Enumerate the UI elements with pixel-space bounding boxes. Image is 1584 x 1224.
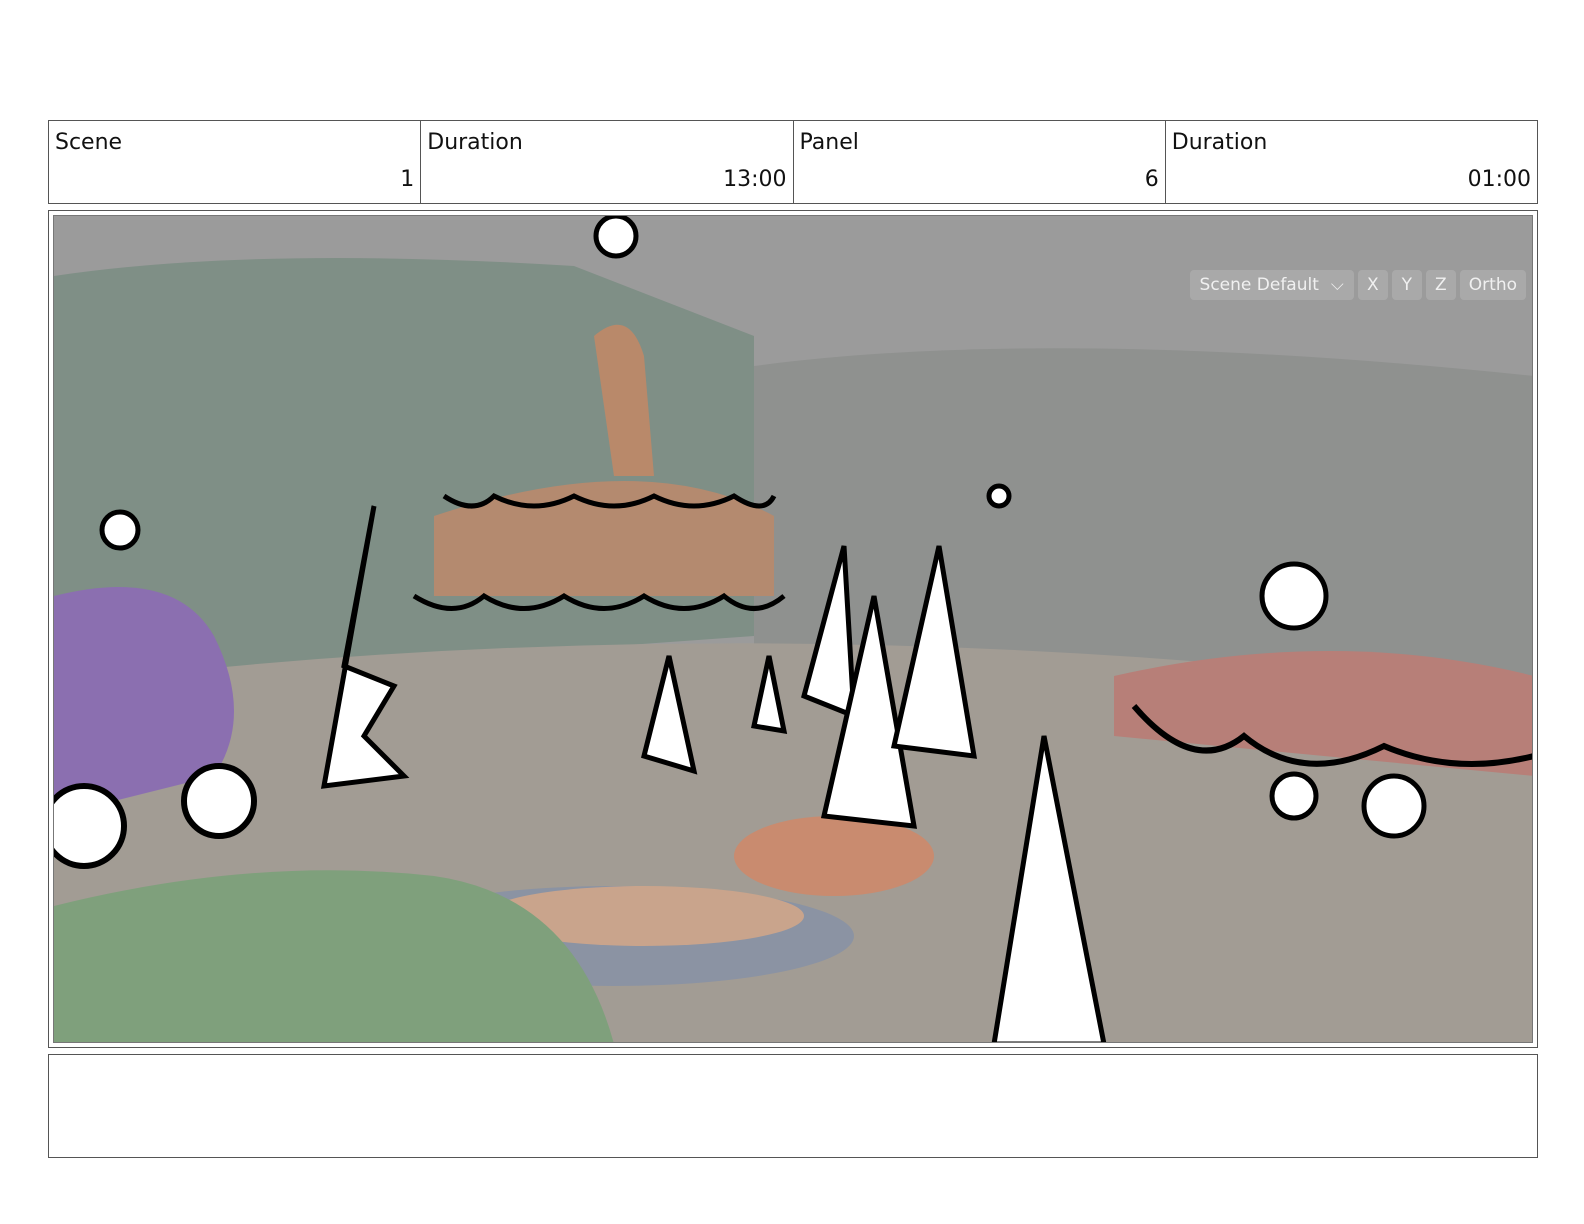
chevron-down-icon: ⌵ bbox=[1330, 275, 1344, 295]
panel-notes[interactable] bbox=[48, 1054, 1538, 1158]
panel-number: 6 bbox=[1144, 167, 1159, 192]
scene-illustration bbox=[54, 216, 1532, 1042]
axis-x-button[interactable]: X bbox=[1357, 270, 1388, 300]
left-wheel bbox=[54, 783, 127, 869]
panel-duration-label: Duration bbox=[1171, 130, 1268, 155]
wreath bbox=[593, 216, 639, 259]
storyboard-panel: Scene Default ⌵ X Y Z Ortho bbox=[48, 210, 1538, 1048]
panel-duration-cell: Duration 01:00 bbox=[1166, 121, 1537, 203]
camera-select[interactable]: Scene Default ⌵ bbox=[1189, 270, 1354, 300]
ortho-button[interactable]: Ortho bbox=[1459, 270, 1526, 300]
right-wheel bbox=[181, 763, 257, 839]
scene-label: Scene bbox=[55, 130, 123, 155]
wreath bbox=[1259, 561, 1329, 631]
scene-cell: Scene 1 bbox=[49, 121, 422, 203]
scene-duration-value: 13:00 bbox=[723, 167, 787, 192]
panel-duration-value: 01:00 bbox=[1467, 167, 1531, 192]
scene-viewport[interactable]: Scene Default ⌵ X Y Z Ortho bbox=[53, 215, 1533, 1043]
axis-z-button[interactable]: Z bbox=[1425, 270, 1456, 300]
scene-duration-cell: Duration 13:00 bbox=[421, 121, 794, 203]
viewport-toolbar: Scene Default ⌵ X Y Z Ortho bbox=[1189, 270, 1526, 300]
axis-y-button[interactable]: Y bbox=[1391, 270, 1422, 300]
orange-mushroom bbox=[734, 816, 934, 896]
panel-label: Panel bbox=[799, 130, 859, 155]
bauble bbox=[1269, 771, 1319, 821]
wreath bbox=[99, 509, 141, 551]
scene-number: 1 bbox=[400, 167, 415, 192]
camera-select-label: Scene Default bbox=[1199, 275, 1319, 295]
scene-duration-label: Duration bbox=[427, 130, 523, 155]
panel-info-header: Scene 1 Duration 13:00 Panel 6 Duration … bbox=[48, 120, 1538, 204]
wreath bbox=[986, 483, 1012, 509]
panel-cell: Panel 6 bbox=[794, 121, 1166, 203]
bauble-large bbox=[1361, 773, 1427, 839]
